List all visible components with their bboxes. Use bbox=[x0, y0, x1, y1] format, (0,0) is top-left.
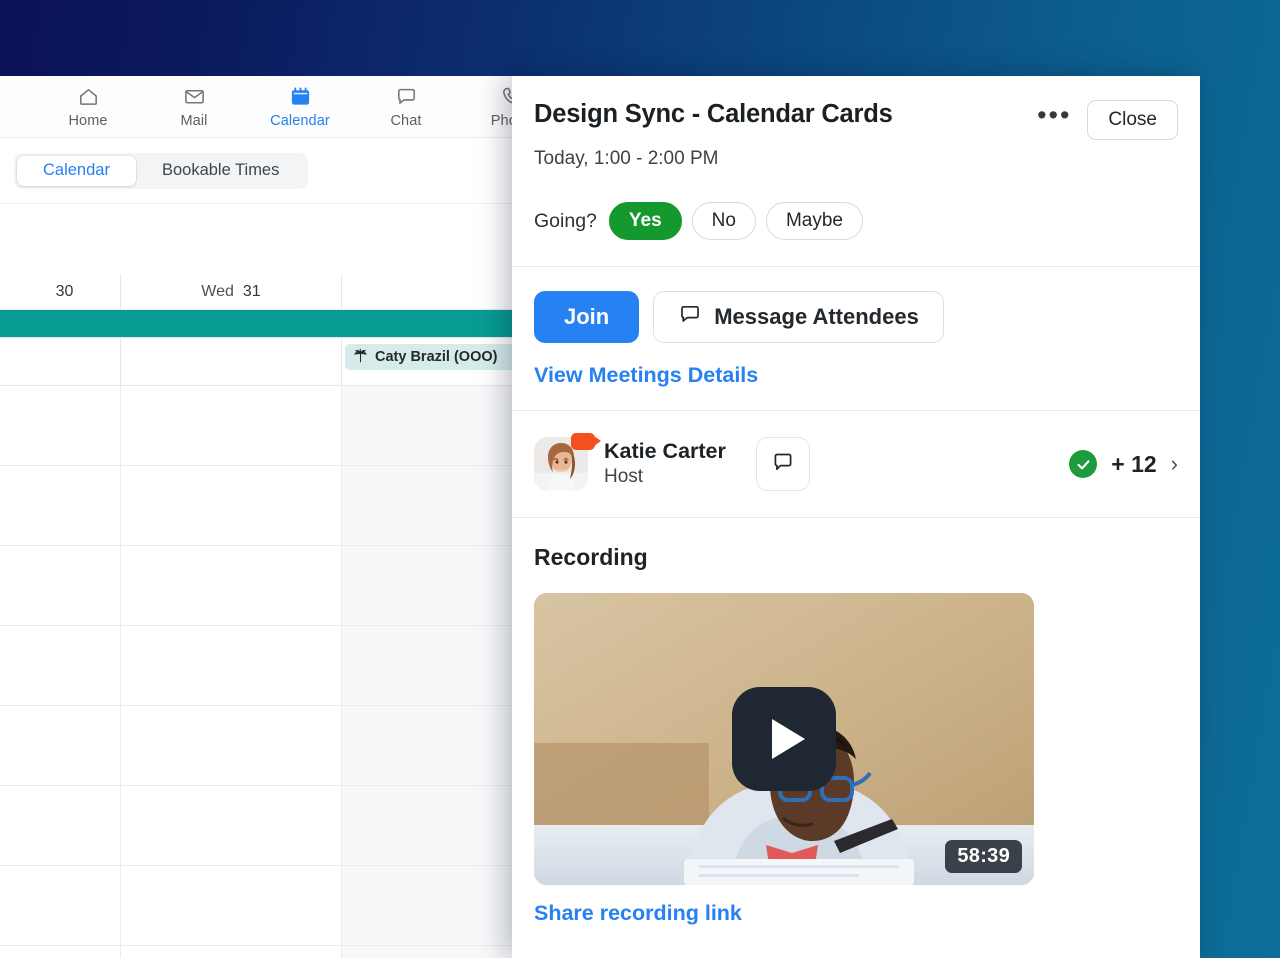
tab-bookable-times[interactable]: Bookable Times bbox=[136, 156, 305, 186]
page-title: Design Sync - Calendar Cards bbox=[534, 100, 1027, 129]
avatar bbox=[534, 437, 588, 491]
hour-cell[interactable] bbox=[0, 866, 120, 945]
hour-cell[interactable] bbox=[0, 706, 120, 785]
hour-cell[interactable] bbox=[120, 706, 341, 785]
hour-cell[interactable] bbox=[0, 946, 120, 958]
attendee-chat-button[interactable] bbox=[756, 437, 810, 491]
nav-item-home[interactable]: Home bbox=[48, 85, 128, 129]
day-header-30[interactable]: 30 bbox=[0, 274, 120, 309]
hour-cell[interactable] bbox=[0, 466, 120, 545]
hour-cell[interactable] bbox=[120, 866, 341, 945]
nav-label-chat: Chat bbox=[390, 113, 421, 129]
rsvp-option-no[interactable]: No bbox=[692, 202, 756, 240]
ooo-chip-label: Caty Brazil (OOO) bbox=[375, 349, 497, 365]
nav-label-mail: Mail bbox=[181, 113, 208, 129]
home-icon bbox=[77, 85, 100, 108]
rsvp-option-yes[interactable]: Yes bbox=[609, 202, 682, 240]
hour-cell[interactable] bbox=[120, 786, 341, 865]
tab-calendar[interactable]: Calendar bbox=[17, 156, 136, 186]
hour-cell[interactable] bbox=[0, 546, 120, 625]
chat-bubble-icon bbox=[678, 302, 702, 332]
nav-item-chat[interactable]: Chat bbox=[366, 85, 446, 129]
join-button[interactable]: Join bbox=[534, 291, 639, 343]
day-number-1: 31 bbox=[243, 283, 261, 301]
hour-cell[interactable] bbox=[0, 786, 120, 865]
recording-duration-badge: 58:39 bbox=[945, 840, 1022, 873]
hour-cell[interactable] bbox=[120, 386, 341, 465]
day-header-wed-31[interactable]: Wed 31 bbox=[120, 274, 341, 309]
panel-actions: Join Message Attendees View Meetings Det… bbox=[512, 267, 1200, 410]
attendee-role: Host bbox=[604, 465, 726, 490]
rsvp-label: Going? bbox=[534, 210, 597, 233]
event-detail-panel: Design Sync - Calendar Cards ••• Close T… bbox=[512, 76, 1200, 958]
recording-section: Recording bbox=[512, 518, 1200, 926]
event-time-subtitle: Today, 1:00 - 2:00 PM bbox=[534, 148, 1178, 170]
day-number-0: 30 bbox=[56, 283, 74, 301]
rsvp-option-maybe[interactable]: Maybe bbox=[766, 202, 863, 240]
nav-item-calendar[interactable]: Calendar bbox=[260, 85, 340, 129]
rsvp-control: Going? Yes No Maybe bbox=[534, 202, 1178, 246]
panel-header: Design Sync - Calendar Cards ••• Close T… bbox=[512, 76, 1200, 266]
calendar-icon bbox=[289, 85, 312, 108]
ellipsis-icon[interactable]: ••• bbox=[1027, 100, 1081, 125]
ooo-cell-0 bbox=[0, 338, 120, 385]
chevron-right-icon[interactable]: › bbox=[1171, 451, 1178, 477]
hour-cell[interactable] bbox=[120, 946, 341, 958]
message-attendees-button[interactable]: Message Attendees bbox=[653, 291, 944, 343]
ooo-cell-1 bbox=[120, 338, 341, 385]
attendee-meta: + 12 › bbox=[1069, 450, 1178, 478]
chat-bubble-icon bbox=[770, 449, 796, 480]
recording-thumbnail[interactable]: 58:39 bbox=[534, 593, 1034, 885]
hour-cell[interactable] bbox=[120, 466, 341, 545]
attendee-identity: Katie Carter Host bbox=[604, 438, 726, 490]
video-camera-icon bbox=[571, 433, 595, 450]
mail-icon bbox=[183, 85, 206, 108]
attendee-overflow-count[interactable]: + 12 bbox=[1111, 451, 1156, 478]
recording-heading: Recording bbox=[534, 544, 1178, 571]
hour-cell[interactable] bbox=[0, 386, 120, 465]
nav-item-mail[interactable]: Mail bbox=[154, 85, 234, 129]
message-attendees-label: Message Attendees bbox=[714, 304, 919, 330]
hour-cell[interactable] bbox=[120, 546, 341, 625]
nav-label-calendar: Calendar bbox=[270, 113, 330, 129]
view-meeting-details-link[interactable]: View Meetings Details bbox=[534, 363, 758, 388]
attendee-row: Katie Carter Host + 12 › bbox=[512, 411, 1200, 517]
hour-cell[interactable] bbox=[120, 626, 341, 705]
attendee-name: Katie Carter bbox=[604, 438, 726, 465]
day-weekday-1: Wed bbox=[201, 283, 234, 301]
play-icon[interactable] bbox=[732, 687, 836, 791]
palm-tree-icon bbox=[352, 347, 369, 368]
view-segmented-control: Calendar Bookable Times bbox=[14, 153, 308, 189]
chat-icon bbox=[395, 85, 418, 108]
check-circle-icon bbox=[1069, 450, 1097, 478]
share-recording-link[interactable]: Share recording link bbox=[534, 901, 742, 926]
close-button[interactable]: Close bbox=[1087, 100, 1178, 140]
hour-cell[interactable] bbox=[0, 626, 120, 705]
nav-label-home: Home bbox=[68, 113, 107, 129]
